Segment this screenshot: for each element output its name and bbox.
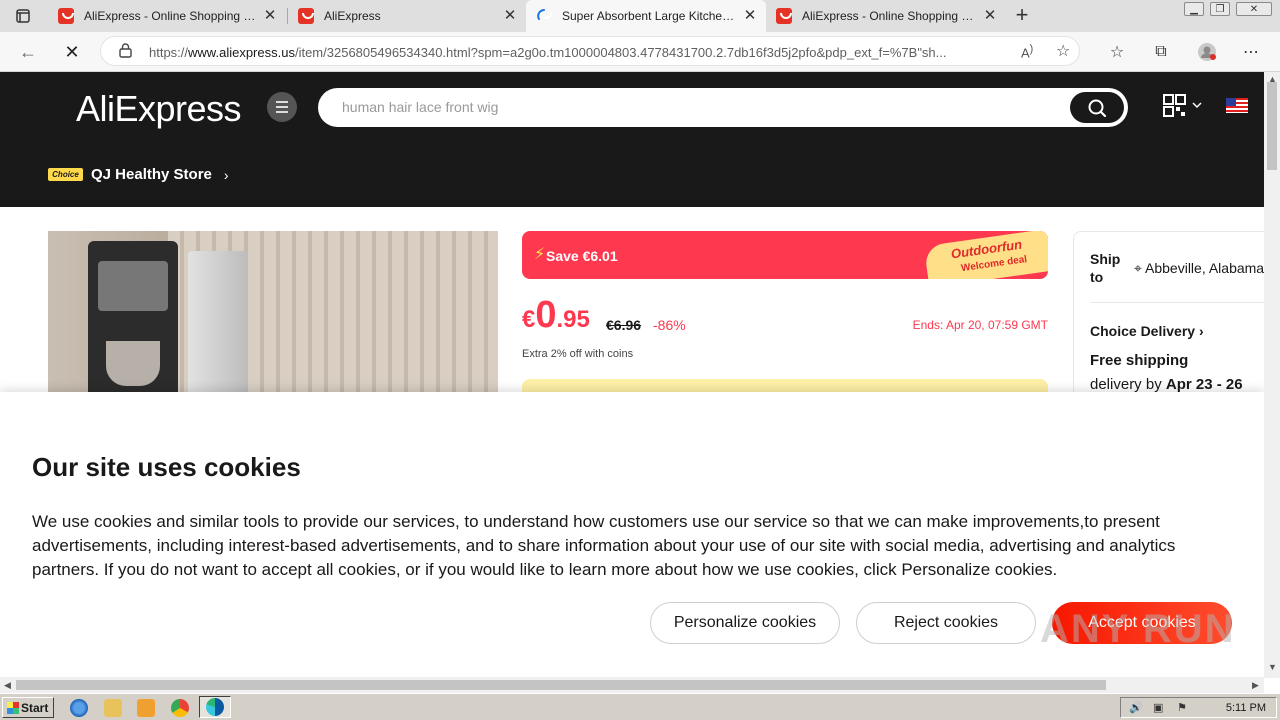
search-button[interactable] <box>1070 92 1124 123</box>
media-player-icon[interactable] <box>137 699 155 717</box>
scroll-down-icon[interactable]: ▼ <box>1268 662 1277 672</box>
original-price: €6.96 <box>606 317 642 333</box>
system-tray: 🔊 ▣ ⚑ 5:11 PM <box>1120 697 1277 718</box>
coins-offer: Extra 2% off with coins <box>522 348 634 360</box>
close-tab-icon[interactable]: ✕ <box>262 8 278 24</box>
browser-tab-4[interactable]: AliExpress - Online Shopping for Popular… <box>766 0 1006 32</box>
app-qr-icon[interactable] <box>1163 94 1203 123</box>
reject-cookies-button[interactable]: Reject cookies <box>856 602 1036 644</box>
cookie-description: We use cookies and similar tools to prov… <box>32 512 1176 579</box>
browser-tab-2[interactable]: AliExpress ✕ <box>288 0 526 32</box>
discount-percent: -86% <box>653 317 686 333</box>
minimize-window-icon[interactable]: ▁ <box>1184 2 1204 16</box>
windows-logo-icon <box>7 701 19 714</box>
store-link[interactable]: Choice QJ Healthy Store › <box>48 166 229 183</box>
tab-actions-icon[interactable] <box>8 6 38 26</box>
edge-icon <box>206 698 224 716</box>
chevron-right-icon: › <box>1198 323 1204 339</box>
browser-tab-3[interactable]: Super Absorbent Large Kitchen Absorbent … <box>526 0 766 32</box>
close-tab-icon[interactable]: ✕ <box>502 8 518 24</box>
close-tab-icon[interactable]: ✕ <box>982 8 998 24</box>
browser-tab-1[interactable]: AliExpress - Online Shopping for Popular… <box>48 0 286 32</box>
location-pin-icon: ⌖ <box>1134 260 1142 276</box>
url-field[interactable]: https://www.aliexpress.us/item/325680549… <box>100 36 1080 66</box>
product-image[interactable] <box>48 231 498 396</box>
more-options-icon[interactable]: ⋯ <box>1240 42 1262 62</box>
restore-window-icon[interactable]: ❐ <box>1210 2 1230 16</box>
aliexpress-favicon-icon <box>298 8 314 24</box>
lock-icon <box>119 43 132 63</box>
ship-to-label: Ship to <box>1090 251 1121 285</box>
horizontal-scrollbar[interactable]: ◀ ▶ <box>0 677 1264 693</box>
chevron-right-icon: › <box>223 166 229 183</box>
close-tab-icon[interactable]: ✕ <box>742 8 758 24</box>
horizontal-scroll-thumb[interactable] <box>16 680 1106 690</box>
back-arrow-icon[interactable]: ← <box>16 40 40 64</box>
url-text: https://www.aliexpress.us/item/325680549… <box>149 45 947 60</box>
vertical-scroll-thumb[interactable] <box>1267 82 1277 170</box>
chrome-icon[interactable] <box>171 699 189 717</box>
aliexpress-favicon-icon <box>58 8 74 24</box>
browser-address-bar: ← ✕ https://www.aliexpress.us/item/32568… <box>0 32 1280 72</box>
favorites-icon[interactable]: ☆ <box>1106 42 1128 62</box>
save-amount: Save €6.01 <box>546 248 618 264</box>
read-aloud-icon[interactable]: A) <box>1021 43 1033 60</box>
search-bar: human hair lace front wig <box>318 88 1128 127</box>
start-button[interactable]: Start <box>2 697 54 718</box>
store-name: QJ Healthy Store <box>91 166 212 183</box>
file-explorer-icon[interactable] <box>104 699 122 717</box>
personalize-cookies-button[interactable]: Personalize cookies <box>650 602 840 644</box>
scroll-left-icon[interactable]: ◀ <box>4 680 11 691</box>
welcome-deal-tag: Outdoorfun Welcome deal <box>923 231 1048 279</box>
cookie-consent-dialog: Our site uses cookies We use cookies and… <box>0 392 1264 677</box>
choice-badge: Choice <box>48 168 83 181</box>
close-window-icon[interactable]: ✕ <box>1236 2 1272 16</box>
search-icon <box>1088 99 1107 117</box>
edge-taskbar-button[interactable] <box>199 696 231 718</box>
browser-tabstrip: AliExpress - Online Shopping for Popular… <box>0 0 1280 32</box>
us-flag-icon[interactable] <box>1226 98 1248 113</box>
deal-end-time: Ends: Apr 20, 07:59 GMT <box>912 318 1048 332</box>
search-input[interactable]: human hair lace front wig <box>342 99 498 115</box>
collections-icon[interactable]: ⧉ <box>1150 42 1172 62</box>
new-tab-icon[interactable]: + <box>1010 4 1034 28</box>
scroll-right-icon[interactable]: ▶ <box>1252 680 1259 691</box>
aliexpress-logo[interactable]: AliExpress <box>76 88 242 130</box>
loading-spinner-icon <box>536 8 552 24</box>
site-header: AliExpress human hair lace front wig Cho… <box>0 72 1264 207</box>
save-banner: ⚡ Save €6.01 Outdoorfun Welcome deal <box>522 231 1048 279</box>
clock: 5:11 PM <box>1225 702 1266 714</box>
shipping-card: Ship to ⌖ Abbeville, Alabama Choice Deli… <box>1073 231 1274 401</box>
os-taskbar: Start 🔊 ▣ ⚑ 5:11 PM <box>0 693 1280 720</box>
current-price: € 0 .95 <box>522 294 590 336</box>
vertical-scrollbar[interactable]: ▲ ▼ <box>1264 72 1280 678</box>
ship-location[interactable]: ⌖ Abbeville, Alabama <box>1134 260 1264 277</box>
category-menu-icon[interactable] <box>267 92 297 122</box>
network-icon[interactable]: ▣ <box>1153 701 1167 715</box>
aliexpress-favicon-icon <box>776 8 792 24</box>
add-favorite-icon[interactable]: ☆ <box>1056 41 1070 61</box>
profile-avatar-icon[interactable] <box>1196 42 1218 62</box>
cookie-title: Our site uses cookies <box>32 452 301 482</box>
choice-delivery-link[interactable]: Choice Delivery › <box>1090 323 1204 339</box>
lightning-icon: ⚡ <box>534 246 546 263</box>
volume-icon[interactable]: 🔊 <box>1129 701 1143 715</box>
divider <box>1090 302 1274 303</box>
stop-loading-icon[interactable]: ✕ <box>60 40 84 64</box>
free-shipping: Free shipping <box>1090 352 1189 369</box>
flag-icon[interactable]: ⚑ <box>1177 701 1191 715</box>
anyrun-watermark: ANY RUN <box>1040 607 1236 651</box>
delivery-estimate: delivery by Apr 23 - 26 <box>1090 376 1243 393</box>
internet-explorer-icon[interactable] <box>70 699 88 717</box>
